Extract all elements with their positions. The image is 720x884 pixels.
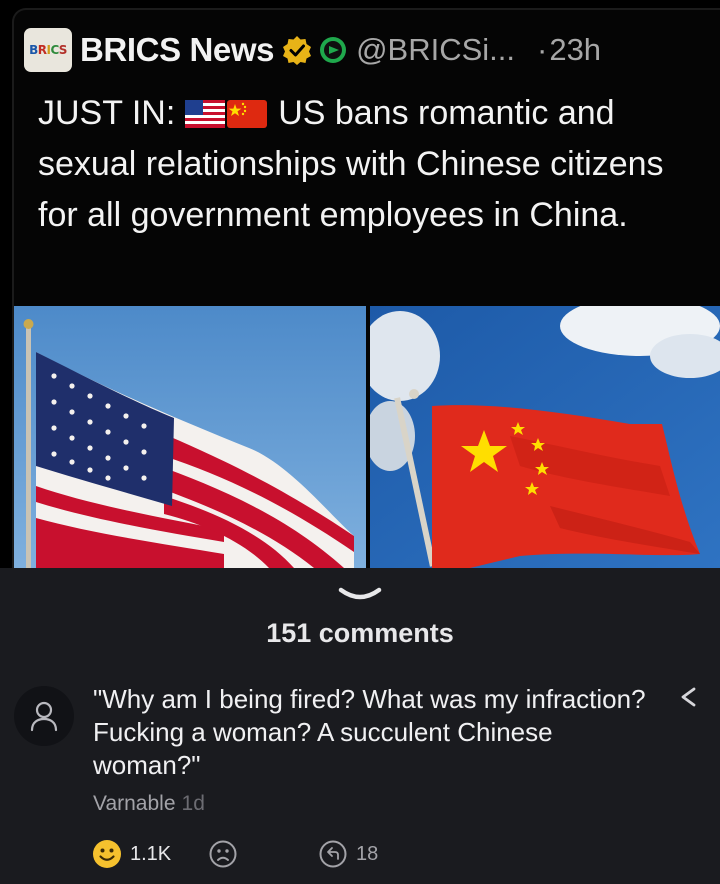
us-flag-photo[interactable] (14, 306, 366, 568)
sad-face-icon (209, 840, 237, 868)
brics-logo: BRICS (24, 28, 72, 72)
account-name: BRICS News (80, 31, 275, 68)
reply-count: 18 (356, 842, 379, 865)
tweet-text: JUST IN: US bans romantic and sexual rel… (38, 88, 698, 241)
comment-text: "Why am I being fired? What was my infra… (93, 684, 646, 780)
comment-age: 1d (181, 792, 205, 815)
like-button[interactable]: 1.1K (92, 838, 171, 870)
time-separator: · (537, 32, 548, 67)
china-flag-photo[interactable] (370, 306, 720, 568)
chevron-down-icon[interactable] (337, 584, 383, 606)
comments-count: 151 comments (266, 618, 454, 648)
dislike-button[interactable] (208, 838, 238, 870)
share-icon[interactable] (678, 686, 700, 708)
comment-author[interactable]: Varnable (93, 792, 176, 815)
tweet-time: 23h (549, 32, 602, 67)
comment-meta: Varnable 1d (93, 792, 205, 816)
tweet-photos (14, 306, 720, 568)
reply-icon (319, 840, 347, 868)
tweet-text-prefix: JUST IN: (38, 94, 176, 132)
smile-emoji-icon (93, 840, 121, 868)
tweet-header: BRICS BRICS News @BRICSi... · 23h (24, 26, 601, 74)
verified-badge-icon (283, 36, 312, 65)
user-icon (30, 701, 58, 732)
affiliate-badge-icon (320, 37, 347, 63)
account-handle: @BRICSi... (356, 32, 515, 67)
china-flag-icon (226, 100, 267, 128)
tweet-screenshot: BRICS BRICS News @BRICSi... · 23h JUST I… (0, 0, 720, 568)
avatar[interactable] (14, 686, 74, 746)
comment-actions: 1.1K 18 (92, 838, 712, 870)
us-flag-icon (184, 100, 225, 128)
reply-button[interactable]: 18 (318, 838, 378, 870)
like-count: 1.1K (130, 842, 172, 865)
